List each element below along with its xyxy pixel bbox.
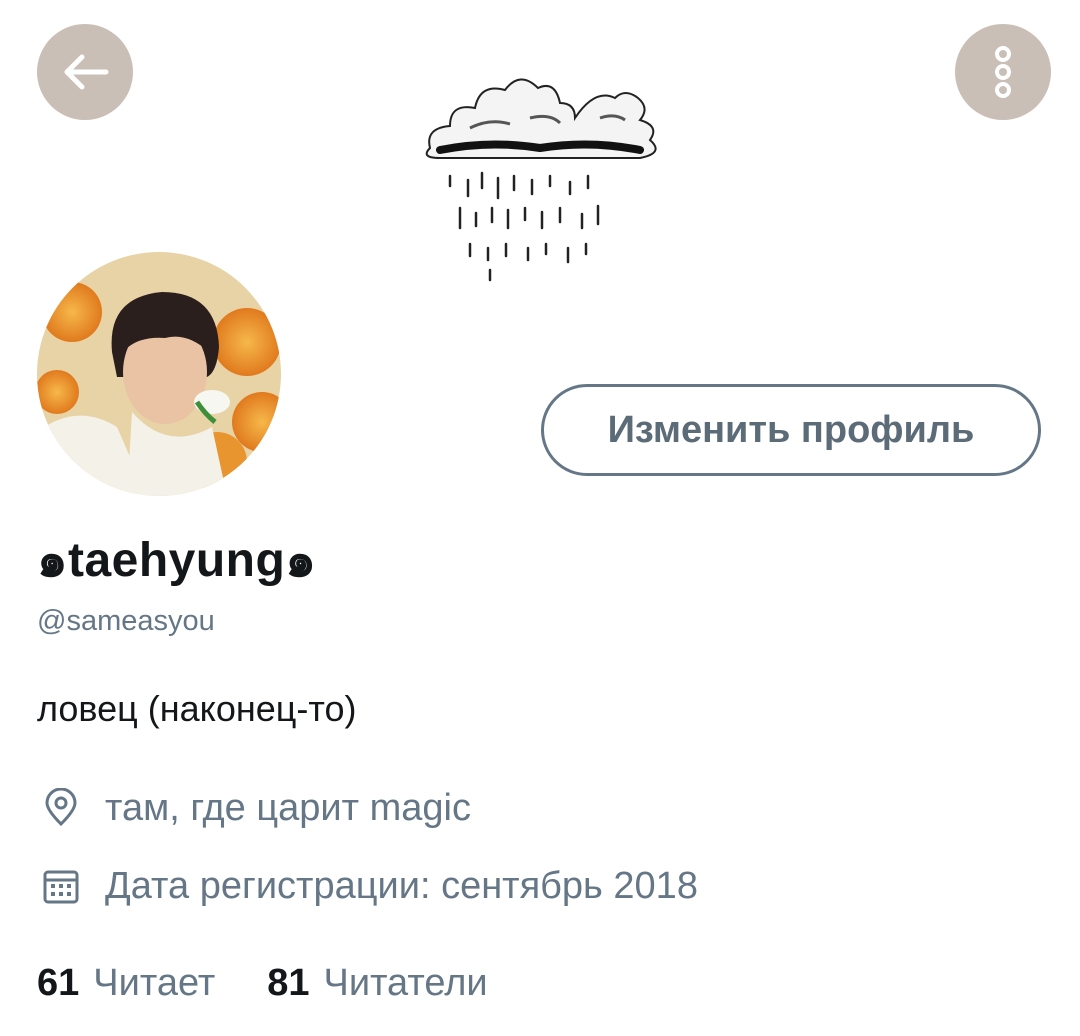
bio: ловец (наконец-то) bbox=[37, 688, 357, 729]
arrow-left-icon bbox=[64, 54, 109, 90]
calendar-icon bbox=[37, 862, 85, 910]
avatar-image bbox=[37, 252, 281, 496]
following-label: Читает bbox=[93, 962, 216, 1004]
joined-row: Дата регистрации: сентябрь 2018 bbox=[37, 862, 698, 910]
joined-text: Дата регистрации: сентябрь 2018 bbox=[105, 864, 698, 907]
followers-label: Читатели bbox=[323, 962, 488, 1004]
followers-stat[interactable]: 81 Читатели bbox=[267, 962, 487, 1005]
follow-stats: 61 Читает 81 Читатели bbox=[37, 962, 540, 1005]
username-handle: @sameasyou bbox=[37, 605, 215, 637]
display-name: ๑taehyung๑ bbox=[37, 534, 317, 587]
location-row: там, где царит magic bbox=[37, 784, 471, 832]
followers-count: 81 bbox=[267, 962, 310, 1004]
vertical-ellipsis-icon bbox=[995, 46, 1011, 98]
rain-cloud-art bbox=[425, 78, 657, 282]
more-options-button[interactable] bbox=[955, 24, 1051, 120]
location-text: там, где царит magic bbox=[105, 786, 471, 829]
following-stat[interactable]: 61 Читает bbox=[37, 962, 215, 1005]
avatar[interactable] bbox=[37, 252, 281, 496]
following-count: 61 bbox=[37, 962, 80, 1004]
edit-profile-button[interactable]: Изменить профиль bbox=[541, 384, 1041, 476]
back-button[interactable] bbox=[37, 24, 133, 120]
location-pin-icon bbox=[37, 784, 85, 832]
